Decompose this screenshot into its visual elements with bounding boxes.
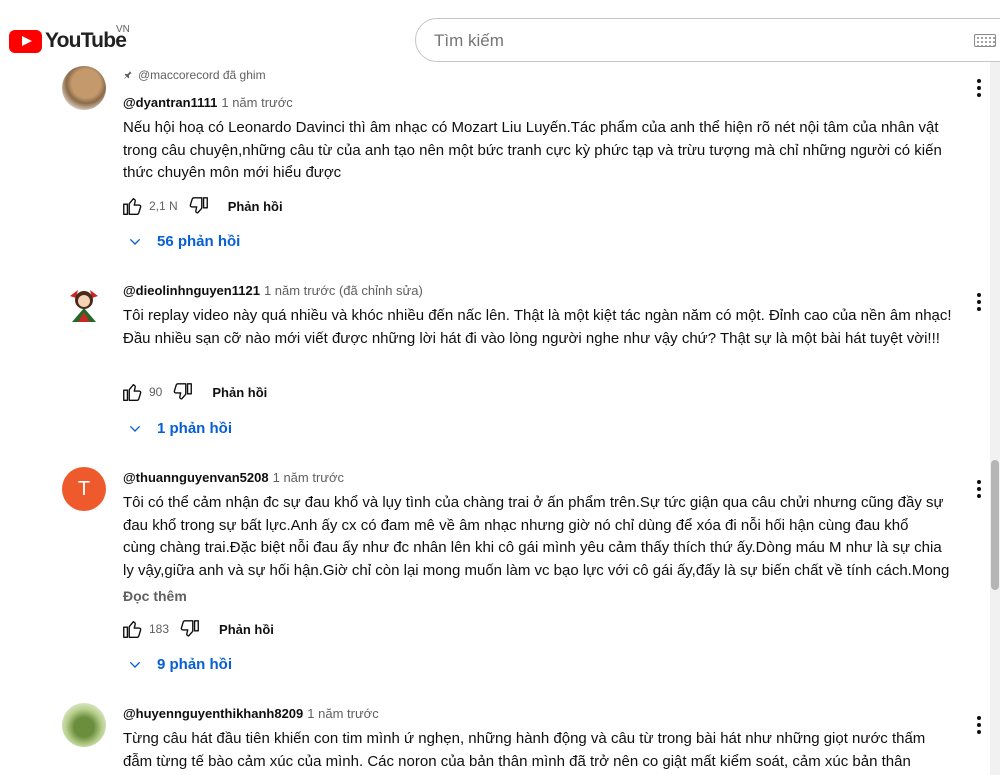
more-vert-icon[interactable]	[970, 714, 988, 736]
comment-text-line: đau khổ trong sự bất lực.Anh ấy cx có đa…	[123, 516, 909, 534]
comment-text: Nếu hội hoạ có Leonardo Davinci thì âm n…	[123, 119, 942, 181]
chevron-down-icon	[127, 421, 143, 437]
comment-header: @huyennguyenthikhanh8209 1 năm trước	[123, 706, 379, 721]
comment-header: @dieolinhnguyen1121 1 năm trước (đã chỉnh…	[123, 283, 423, 298]
comment-time[interactable]: 1 năm trước	[307, 706, 378, 721]
country-code: VN	[116, 24, 130, 35]
like-count: 183	[149, 622, 170, 636]
chevron-down-icon	[127, 234, 143, 250]
reply-button[interactable]: Phản hồi	[228, 199, 283, 214]
comment-author[interactable]: @dyantran1111	[123, 95, 217, 110]
dislike-icon[interactable]	[188, 195, 210, 217]
youtube-logo-icon	[9, 29, 42, 53]
comment-author[interactable]: @dieolinhnguyen1121	[123, 283, 260, 298]
comment-author[interactable]: @huyennguyenthikhanh8209	[123, 706, 303, 721]
comment-text: Tôi có thể cảm nhận đc sự đau khổ và lụy…	[123, 492, 958, 582]
dislike-icon[interactable]	[179, 618, 201, 640]
replies-count: 9 phản hồi	[157, 656, 232, 673]
comment-text-line: Từng câu hát đầu tiên khiến con tim mình…	[123, 730, 926, 747]
reply-button[interactable]: Phản hồi	[219, 622, 274, 637]
more-vert-icon[interactable]	[970, 291, 988, 313]
more-vert-icon[interactable]	[970, 77, 988, 99]
comment-time[interactable]: 1 năm trước	[273, 470, 344, 485]
comment-time[interactable]: 1 năm trước	[221, 95, 292, 110]
youtube-logo[interactable]: YouTube	[9, 29, 127, 53]
like-icon[interactable]	[121, 195, 143, 217]
avatar[interactable]	[62, 66, 106, 110]
comment-text-line: đẫm từng tế bào cảm xúc của mình. Các no…	[123, 752, 911, 770]
avatar[interactable]	[62, 282, 106, 326]
masthead: YouTube VN Tìm kiếm	[0, 0, 1000, 62]
comment-text-line: cùng chàng trai.Đặc biệt nỗi đau ấy như …	[123, 539, 942, 556]
reply-button[interactable]: Phản hồi	[212, 385, 267, 400]
avatar[interactable]	[62, 703, 106, 747]
scrollbar[interactable]	[990, 62, 1000, 775]
comment-actions: 183 Phản hồi	[121, 617, 274, 641]
comment-time[interactable]: 1 năm trước (đã chỉnh sửa)	[264, 283, 423, 298]
view-replies-button[interactable]: 9 phản hồi	[127, 656, 232, 673]
comment-actions: 2,1 N Phản hồi	[121, 194, 283, 218]
comment-header: @thuannguyenvan5208 1 năm trước	[123, 470, 344, 485]
view-replies-button[interactable]: 56 phản hồi	[127, 233, 240, 250]
view-replies-button[interactable]: 1 phản hồi	[127, 420, 232, 437]
like-icon[interactable]	[121, 618, 143, 640]
search-placeholder: Tìm kiếm	[434, 31, 504, 50]
logo-text: YouTube	[45, 29, 127, 52]
scrollbar-thumb[interactable]	[991, 460, 999, 590]
replies-count: 1 phản hồi	[157, 420, 232, 437]
avatar[interactable]: T	[62, 467, 106, 511]
comment-text-line: Tôi có thể cảm nhận đc sự đau khổ và lụy…	[123, 494, 944, 511]
pinned-text: @maccorecord đã ghim	[138, 68, 266, 82]
chevron-down-icon	[127, 657, 143, 673]
comment-text: Từng câu hát đầu tiên khiến con tim mình…	[123, 728, 958, 773]
more-vert-icon[interactable]	[970, 478, 988, 500]
pinned-label: @maccorecord đã ghim	[123, 68, 266, 82]
replies-count: 56 phản hồi	[157, 233, 241, 250]
keyboard-icon[interactable]	[974, 34, 996, 47]
comment-text: Tôi replay video này quá nhiều và khóc n…	[123, 307, 952, 347]
like-icon[interactable]	[121, 381, 143, 403]
comment-author[interactable]: @thuannguyenvan5208	[123, 470, 269, 485]
read-more-button[interactable]: Đọc thêm	[123, 588, 187, 604]
search-input[interactable]: Tìm kiếm	[415, 18, 1000, 62]
comment-actions: 90 Phản hồi	[121, 380, 267, 404]
like-count: 2,1 N	[149, 199, 178, 213]
avatar-girl-icon	[70, 290, 98, 322]
like-count: 90	[149, 385, 163, 399]
pin-icon	[124, 71, 132, 79]
dislike-icon[interactable]	[172, 381, 194, 403]
comment-text-line: ly vậy,giữa anh và sự hối hận.Giờ chỉ cò…	[123, 561, 950, 579]
comment-header: @dyantran1111 1 năm trước	[123, 95, 293, 110]
